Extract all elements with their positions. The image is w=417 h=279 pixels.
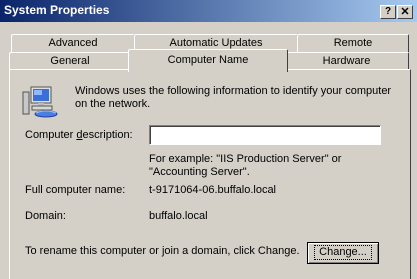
computer-description-input[interactable] <box>149 125 381 145</box>
change-button[interactable]: Change... <box>307 242 379 264</box>
full-computer-name-label: Full computer name: <box>25 184 126 196</box>
computer-network-icon <box>22 86 58 118</box>
tab-advanced[interactable]: Advanced <box>11 34 135 52</box>
computer-description-label: Computer description: <box>25 129 133 141</box>
example-text: For example: "IIS Production Server" or … <box>149 153 342 178</box>
close-button[interactable]: ✕ <box>397 5 413 19</box>
domain-label: Domain: <box>25 210 66 222</box>
tab-hardware[interactable]: Hardware <box>284 52 409 70</box>
rename-instructions: To rename this computer or join a domain… <box>25 245 300 257</box>
window-title: System Properties <box>4 3 110 17</box>
title-bar[interactable]: System Properties ? ✕ <box>0 0 417 22</box>
domain-value: buffalo.local <box>149 210 208 222</box>
full-computer-name-value: t-9171064-06.buffalo.local <box>149 184 277 196</box>
tab-remote[interactable]: Remote <box>297 34 409 52</box>
change-button-label: Change... <box>314 245 372 260</box>
tab-computer-name[interactable]: Computer Name <box>128 49 288 72</box>
intro-text: Windows uses the following information t… <box>75 85 392 110</box>
help-button[interactable]: ? <box>380 5 396 19</box>
tab-general[interactable]: General <box>9 52 131 70</box>
